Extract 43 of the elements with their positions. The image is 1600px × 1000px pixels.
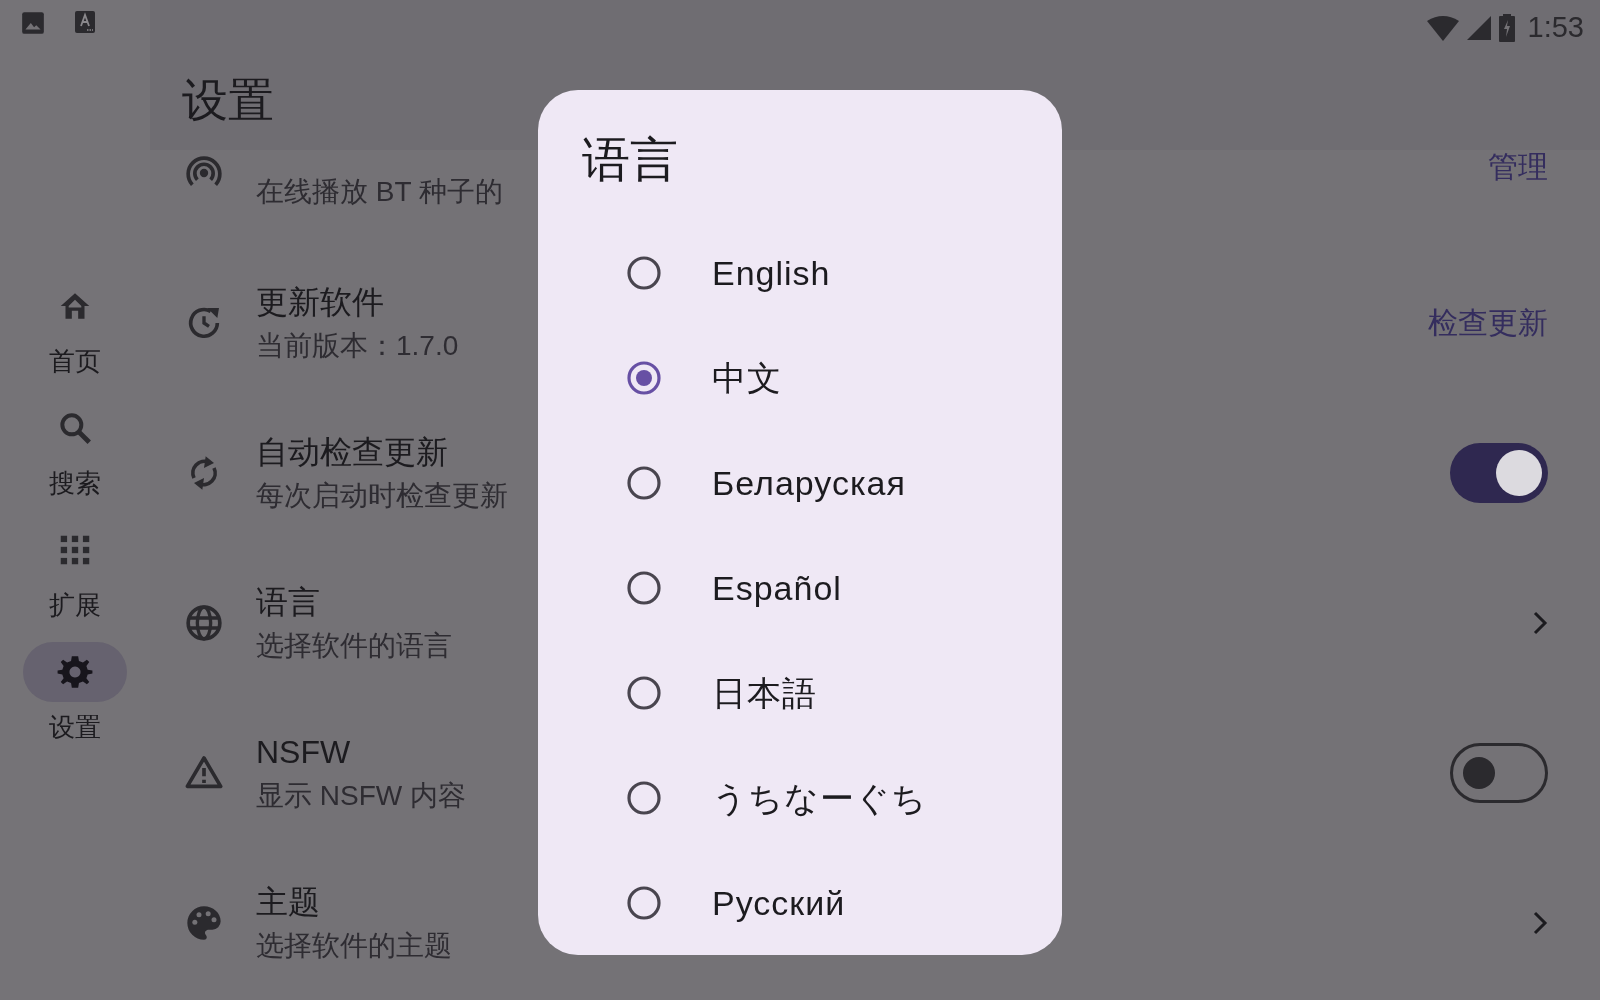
page-title: 设置 <box>182 73 274 128</box>
signal-icon <box>1465 14 1492 41</box>
chevron-right-icon <box>1532 910 1548 936</box>
setting-description: 选择软件的主题 <box>256 929 452 963</box>
radio-option[interactable]: Беларуская <box>626 430 916 535</box>
dialog-title: 语言 <box>582 132 678 188</box>
radio-button[interactable] <box>626 674 662 711</box>
toggle-switch[interactable] <box>1450 743 1548 803</box>
setting-description: 显示 NSFW 内容 <box>256 779 466 813</box>
setting-title: 自动检查更新 <box>256 433 448 472</box>
globe-icon <box>184 603 224 643</box>
radio-option[interactable]: Español <box>626 535 852 640</box>
radio-button[interactable] <box>626 359 662 396</box>
setting-description: 在线播放 BT 种子的 <box>256 175 503 209</box>
clock-time: 1:53 <box>1527 10 1584 45</box>
image-icon <box>20 10 46 36</box>
wifi-icon <box>1425 14 1460 41</box>
nav-label: 搜索 <box>49 468 101 498</box>
radio-button[interactable] <box>626 464 662 501</box>
nav-label: 设置 <box>49 712 101 742</box>
toggle-switch[interactable] <box>1450 443 1548 503</box>
radio-option[interactable]: Русский <box>626 850 856 955</box>
nav-label: 首页 <box>49 346 101 376</box>
setting-description: 当前版本：1.7.0 <box>256 329 459 363</box>
setting-title: 语言 <box>256 583 320 622</box>
setting-description: 每次启动时检查更新 <box>256 479 508 513</box>
nav-label: 扩展 <box>49 590 101 620</box>
radio-option[interactable]: English <box>626 220 841 325</box>
settings-icon <box>56 653 94 691</box>
setting-title: 更新软件 <box>256 283 384 322</box>
font-icon <box>74 10 96 34</box>
radio-option[interactable]: 中文 <box>626 325 792 430</box>
setting-title: 主题 <box>256 883 320 922</box>
setting-description: 选择软件的语言 <box>256 629 452 663</box>
radio-button[interactable] <box>626 569 662 606</box>
radio-option[interactable]: うちなーぐち <box>626 745 937 850</box>
radio-option[interactable]: 日本語 <box>626 640 827 745</box>
chevron-right-icon <box>1532 610 1548 636</box>
radio-button[interactable] <box>626 254 662 291</box>
setting-title: NSFW <box>256 733 351 772</box>
radio-button[interactable] <box>626 779 662 816</box>
radio-button[interactable] <box>626 884 662 921</box>
palette-icon <box>184 903 224 943</box>
